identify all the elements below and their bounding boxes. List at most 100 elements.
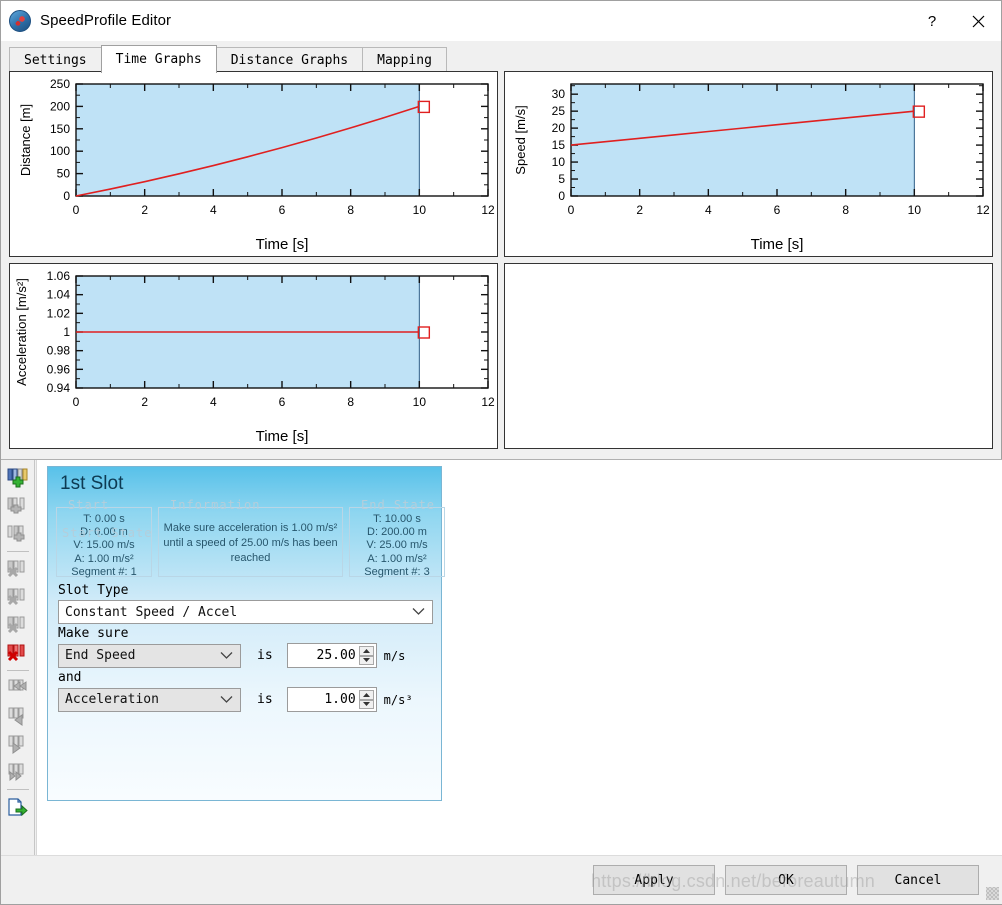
svg-text:250: 250 [50,77,70,91]
slot-type-value: Constant Speed / Accel [65,604,238,620]
cancel-button[interactable]: Cancel [857,865,979,895]
move-slot-right-icon[interactable] [1,730,35,758]
svg-text:4: 4 [705,203,712,217]
acceleration-time-chart[interactable]: 0 2 4 6 8 10 12 0.94 0.96 0.98 1 1.02 1.04 1.06 Time [… [9,263,498,449]
condition1-spin-buttons[interactable] [358,646,374,665]
toolbar-separator [7,551,29,552]
tab-bar: Settings Time Graphs Distance Graphs Map… [9,45,1001,73]
ok-button[interactable]: OK [725,865,847,895]
condition1-select[interactable]: End Speed [58,643,241,668]
svg-text:20: 20 [552,121,566,135]
svg-text:8: 8 [842,203,849,217]
spin-down-icon[interactable] [358,699,374,709]
condition-row-1: End Speed is 25.00 m/s [58,643,431,668]
information-text: Make sure acceleration is 1.00 m/s² unti… [163,522,338,564]
end-acceleration: A: 1.00 m/s² [367,552,427,565]
svg-text:200: 200 [50,99,70,113]
svg-text:0: 0 [73,395,80,409]
svg-text:1.06: 1.06 [47,269,71,283]
svg-text:1.04: 1.04 [47,288,71,302]
and-label: and [58,670,82,685]
end-distance: D: 200.00 m [367,526,427,539]
title-bar-buttons: ? [909,1,1001,41]
svg-text:2: 2 [141,203,148,217]
export-profile-icon[interactable] [1,793,35,821]
help-button[interactable]: ? [909,1,955,41]
svg-text:5: 5 [558,172,565,186]
graph-area: 0 2 4 6 8 10 12 0 50 100 150 200 250 Time [s] Distance… [9,71,995,453]
spin-up-icon[interactable] [358,690,374,700]
start-time: T: 0.00 s [83,513,125,525]
condition1-value: End Speed [65,648,136,663]
svg-text:Time [s]: Time [s] [751,236,804,253]
svg-text:150: 150 [50,122,70,136]
move-slot-last-icon[interactable] [1,758,35,786]
tab-time-graphs[interactable]: Time Graphs [100,45,217,73]
slot-editor-pane: 1st Slot Start Start State T: 0.00 s D: … [1,459,1002,857]
start-acceleration: A: 1.00 m/s² [74,552,134,565]
app-globe-icon [9,9,31,32]
toolbar-separator [7,670,29,671]
cancel-label: Cancel [894,872,942,888]
end-state-group-label: End State [361,498,436,512]
delete-active-slot-icon[interactable] [1,639,35,667]
svg-text:4: 4 [210,203,217,217]
svg-text:Time [s]: Time [s] [256,236,309,253]
toolbar-separator [7,789,29,790]
condition2-spinner[interactable]: 1.00 [286,687,377,712]
empty-chart-panel[interactable] [504,263,993,449]
resize-grip[interactable] [986,887,999,900]
tab-settings[interactable]: Settings [9,47,102,73]
svg-text:1.02: 1.02 [47,306,71,320]
condition2-unit: m/s³ [383,692,413,707]
add-slot-icon[interactable] [1,464,35,492]
slot-type-select[interactable]: Constant Speed / Accel [58,600,433,624]
is-label-2: is [257,692,273,707]
apply-button[interactable]: Apply [593,865,715,895]
tab-distance-graphs[interactable]: Distance Graphs [215,47,364,73]
delete-slot-after-icon[interactable] [1,583,35,611]
ok-label: OK [778,872,794,888]
svg-text:12: 12 [976,203,990,217]
question-mark-icon: ? [927,12,937,30]
svg-text:50: 50 [57,167,71,181]
condition1-unit: m/s [383,648,406,663]
svg-text:0.94: 0.94 [47,381,71,395]
chevron-down-icon [220,648,233,663]
distance-time-chart[interactable]: 0 2 4 6 8 10 12 0 50 100 150 200 250 Time [s] Distance… [9,71,498,257]
svg-text:8: 8 [347,203,354,217]
condition1-spinner[interactable]: 25.00 [286,643,377,668]
move-slot-left-icon[interactable] [1,702,35,730]
svg-text:15: 15 [552,138,566,152]
tab-mapping[interactable]: Mapping [362,47,447,73]
information-group-label: Information [170,498,261,512]
svg-text:2: 2 [636,203,643,217]
condition2-spin-buttons[interactable] [358,690,374,709]
svg-text:1: 1 [63,325,70,339]
end-speed: V: 25.00 m/s [366,539,428,552]
slot-card[interactable]: 1st Slot Start Start State T: 0.00 s D: … [47,466,445,801]
condition2-select[interactable]: Acceleration [58,687,241,712]
spin-up-icon[interactable] [358,646,374,656]
spin-down-icon[interactable] [358,655,374,665]
slot-type-label: Slot Type [58,583,129,598]
svg-text:2: 2 [141,395,148,409]
svg-text:0: 0 [558,189,565,203]
insert-slot-after-icon[interactable] [1,520,35,548]
end-state-values: T: 10.00 s D: 200.00 m V: 25.00 m/s A: 1… [350,508,444,579]
delete-slot-icon[interactable] [1,611,35,639]
slot-toolbar [1,460,35,856]
title-bar: SpeedProfile Editor ? [1,1,1001,41]
svg-text:100: 100 [50,144,70,158]
slot-list-area[interactable]: 1st Slot Start Start State T: 0.00 s D: … [36,460,1002,856]
svg-text:6: 6 [279,203,286,217]
svg-text:Distance [m]: Distance [m] [18,104,33,176]
svg-text:10: 10 [908,203,922,217]
svg-text:10: 10 [413,203,427,217]
delete-slot-before-icon[interactable] [1,555,35,583]
speed-time-chart[interactable]: 0 2 4 6 8 10 12 0 5 10 15 20 25 30 Time [s] Speed [m/s] [504,71,993,257]
close-button[interactable] [955,1,1001,41]
move-slot-first-icon[interactable] [1,674,35,702]
start-distance: D: 0.00 m [80,526,128,539]
insert-slot-before-icon[interactable] [1,492,35,520]
